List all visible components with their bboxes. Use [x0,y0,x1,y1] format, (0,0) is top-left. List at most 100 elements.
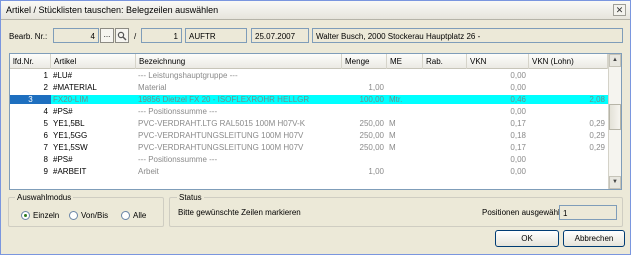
customer-field: Walter Busch, 2000 Stockerau Hauptplatz … [312,28,623,43]
cell-artikel: YE1,5SW [53,143,88,152]
cell-menge: 250,00 [359,119,384,128]
ok-button[interactable]: OK [495,230,559,247]
cell-artikel: #PS# [53,107,73,116]
cell-menge: 1,00 [368,167,384,176]
cell-menge: 100,00 [359,95,384,104]
slash-separator: / [134,32,137,41]
cell-menge: 250,00 [359,131,384,140]
table-row[interactable]: 2 #MATERIAL Material 1,00 0,00 [10,83,608,92]
bearb-nr-field[interactable]: 4 [53,28,99,43]
col-header-lfdnr[interactable]: lfd.Nr. [10,54,51,69]
cell-menge: 1,00 [368,83,384,92]
close-button[interactable]: ✕ [613,4,626,16]
scroll-thumb[interactable] [609,104,621,130]
cell-lfdnr: 9 [43,167,48,176]
cell-vkn-lohn: 2,08 [589,95,605,104]
date-field: 25.07.2007 [251,28,309,43]
cell-artikel: #PS# [53,155,73,164]
radio-einzeln-label[interactable]: Einzeln [33,211,59,220]
cell-bezeichnung: --- Positionssumme --- [138,107,218,116]
cell-artikel: FX20-LIM [53,95,89,104]
cell-rab [423,119,467,128]
cell-artikel: YE1,5BL [53,119,85,128]
table-row[interactable]: 3 FX20-LIM 19856 Dietzel FX 20 - ISOFLEXRO… [10,95,608,104]
status-label: Status [177,193,204,202]
cell-rab [423,95,467,104]
cell-lfdnr: 1 [43,71,48,80]
cell-vkn-lohn [529,167,608,176]
col-header-menge[interactable]: Menge [342,54,387,69]
cell-rab [423,71,467,80]
col-header-artikel[interactable]: Artikel [51,54,136,69]
cell-vkn: 0,00 [510,155,526,164]
vertical-scrollbar[interactable]: ▲ ▼ [608,54,621,189]
cell-bezeichnung: PVC-VERDRAHTUNGSLEITUNG 100M H07V [138,131,304,140]
cell-lfdnr: 7 [43,143,48,152]
table-row[interactable]: 1 #LU# --- Leistungshauptgruppe --- 0,00 [10,71,608,80]
table-row[interactable]: 5 YE1,5BL PVC-VERDRAHT.LTG RAL5015 100M H0… [10,119,608,128]
cell-me: M [389,143,396,152]
radio-von-bis-label[interactable]: Von/Bis [81,211,108,220]
table-row[interactable]: 9 #ARBEIT Arbeit 1,00 0,00 [10,167,608,176]
cell-vkn-lohn: 0,29 [589,119,605,128]
auswahlmodus-label: Auswahlmodus [15,193,74,202]
cell-bezeichnung: PVC-VERDRAHTUNGSLEITUNG 100M H07V [138,143,304,152]
cell-vkn: 0,00 [510,107,526,116]
cell-me: Mtr. [389,95,403,104]
radio-von-bis[interactable] [69,211,78,220]
col-header-vkn-lohn[interactable]: VKN (Lohn) [529,54,608,69]
cell-me: M [389,131,396,140]
table-row[interactable]: 7 YE1,5SW PVC-VERDRAHTUNGSLEITUNG 100M H07… [10,143,608,152]
table-header: lfd.Nr. Artikel Bezeichnung Menge ME Rab… [10,54,608,69]
cell-me [387,155,423,164]
cell-lfdnr: 6 [43,131,48,140]
cell-rab [423,143,467,152]
title-bar: Artikel / Stücklisten tauschen: Belegzei… [1,1,630,20]
cell-vkn: 0,46 [510,95,526,104]
beleg-header: Bearb. Nr.: 4 ... / 1 AUFTR 25.07.2007 W… [1,28,630,44]
cell-vkn-lohn [529,83,608,92]
search-button[interactable] [115,28,129,43]
cell-rab [423,83,467,92]
cell-vkn-lohn: 0,29 [589,131,605,140]
bearb-nr-label: Bearb. Nr.: [9,32,48,41]
cell-vkn: 0,00 [510,71,526,80]
pos-nr-field[interactable]: 1 [141,28,182,43]
cell-artikel: YE1,5GG [53,131,88,140]
beleg-type-field: AUFTR [185,28,247,43]
position-table: lfd.Nr. Artikel Bezeichnung Menge ME Rab… [9,53,622,190]
cell-vkn: 0,17 [510,143,526,152]
radio-alle-label[interactable]: Alle [133,211,146,220]
browse-button[interactable]: ... [100,28,114,43]
table-row[interactable]: 8 #PS# --- Positionssumme --- 0,00 [10,155,608,164]
cell-me [387,167,423,176]
col-header-vkn[interactable]: VKN [467,54,529,69]
cancel-button[interactable]: Abbrechen [563,230,625,247]
cell-menge [342,155,387,164]
cell-bezeichnung: Arbeit [138,167,159,176]
table-row[interactable]: 4 #PS# --- Positionssumme --- 0,00 [10,107,608,116]
scroll-down-icon[interactable]: ▼ [609,176,621,189]
radio-alle[interactable] [121,211,130,220]
cell-artikel: #MATERIAL [53,83,97,92]
cell-vkn-lohn: 0,29 [589,143,605,152]
cell-bezeichnung: Material [138,83,167,92]
cell-rab [423,167,467,176]
table-row[interactable]: 6 YE1,5GG PVC-VERDRAHTUNGSLEITUNG 100M H07… [10,131,608,140]
cell-menge [342,107,387,116]
window-title: Artikel / Stücklisten tauschen: Belegzei… [6,5,219,15]
cell-rab [423,131,467,140]
cell-vkn: 0,00 [510,83,526,92]
col-header-bezeichnung[interactable]: Bezeichnung [136,54,342,69]
cell-bezeichnung: --- Positionssumme --- [138,155,218,164]
cell-lfdnr: 8 [43,155,48,164]
cell-lfdnr: 2 [43,83,48,92]
col-header-rab[interactable]: Rab. [423,54,467,69]
cell-vkn-lohn [529,71,608,80]
cell-menge: 250,00 [359,143,384,152]
scroll-up-icon[interactable]: ▲ [609,54,621,67]
radio-einzeln[interactable] [21,211,30,220]
count-label: Positionen ausgewählt: [482,208,565,217]
col-header-me[interactable]: ME [387,54,423,69]
cell-me [387,71,423,80]
